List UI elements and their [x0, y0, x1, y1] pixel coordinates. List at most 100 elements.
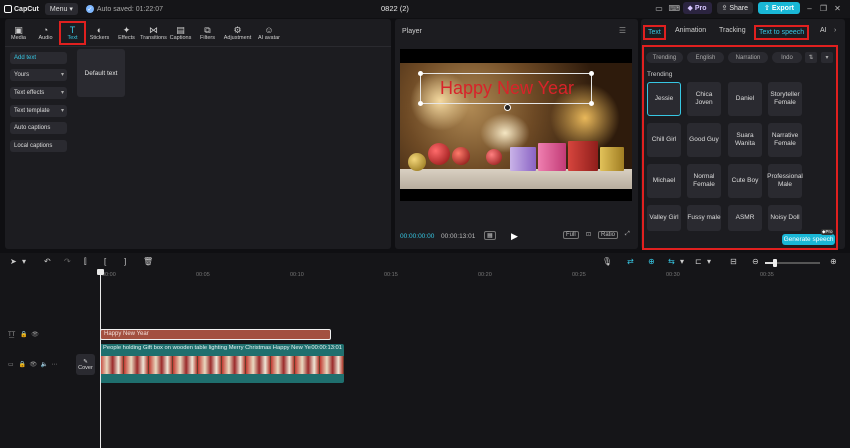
voice-jessie[interactable]: Jessie: [647, 82, 681, 116]
voice-suara-wanita[interactable]: Suara Wanita: [728, 123, 762, 157]
voice-fussy-male[interactable]: Fussy male: [687, 205, 721, 231]
delete-icon[interactable]: 🗑: [143, 257, 153, 266]
zoom-in-icon[interactable]: ⊕: [830, 257, 837, 266]
voice-chill-girl[interactable]: Chill Girl: [647, 123, 681, 157]
video-clip[interactable]: People holding Gift box on wooden table …: [100, 344, 344, 383]
voice-professional-male[interactable]: Professional Male: [767, 164, 803, 198]
tool-ai-avatar[interactable]: ☺ AI avatar: [254, 21, 284, 45]
chevron-down-icon[interactable]: ▾: [22, 257, 26, 266]
tool-text[interactable]: T Text: [59, 21, 86, 45]
voice-michael[interactable]: Michael: [647, 164, 681, 198]
ratio-button[interactable]: Ratio: [598, 231, 619, 239]
voice-normal-female[interactable]: Normal Female: [687, 164, 721, 198]
filter-narration[interactable]: Narration: [728, 52, 768, 63]
rotate-handle-icon[interactable]: [504, 104, 511, 111]
resize-handle[interactable]: [418, 71, 423, 76]
tool-adjustment[interactable]: ⚙ Adjustment: [221, 21, 254, 45]
zoom-slider-handle[interactable]: [773, 259, 777, 267]
chevron-down-icon[interactable]: ▾: [707, 257, 711, 266]
tool-stickers[interactable]: ◐ Stickers: [86, 21, 113, 45]
undo-icon[interactable]: ↶: [44, 257, 51, 266]
link-icon[interactable]: ⊕: [648, 257, 655, 266]
project-title[interactable]: 0822 (2): [381, 4, 409, 13]
snap-icon[interactable]: ⊏: [695, 257, 702, 266]
cover-button[interactable]: ✎ Cover: [76, 354, 95, 375]
voice-cute-boy[interactable]: Cute Boy: [728, 164, 762, 198]
select-icon[interactable]: ➤: [10, 257, 17, 266]
add-text-item[interactable]: Add text: [10, 52, 67, 64]
split-icon[interactable]: ⫿: [84, 257, 87, 267]
lock-icon[interactable]: 🔒: [19, 362, 26, 368]
shortcut-icon[interactable]: ⌨: [669, 4, 681, 13]
auto-captions-item[interactable]: Auto captions: [10, 122, 67, 134]
text-clip[interactable]: Happy New Year: [100, 329, 331, 340]
fit-icon[interactable]: ⊟: [730, 257, 737, 266]
tab-text-to-speech[interactable]: Text to speech: [754, 25, 810, 40]
export-button[interactable]: ⇧ Export: [758, 2, 800, 14]
tab-animation[interactable]: Animation: [672, 25, 709, 36]
split-right-icon[interactable]: ]: [124, 257, 126, 266]
playhead[interactable]: [100, 270, 101, 448]
preview-axis-icon[interactable]: ⇆: [668, 257, 675, 266]
voice-daniel[interactable]: Daniel: [728, 82, 762, 116]
redo-icon[interactable]: ↷: [64, 257, 71, 266]
grid-icon[interactable]: ▦: [484, 231, 496, 240]
player-menu-icon[interactable]: ☰: [619, 26, 626, 35]
tool-audio[interactable]: ◔ Audio: [32, 21, 59, 45]
more-icon[interactable]: ⋯: [51, 362, 57, 368]
resize-handle[interactable]: [589, 101, 594, 106]
time-ruler[interactable]: 00:00 00:05 00:10 00:15 00:20 00:25 00:3…: [100, 272, 850, 280]
text-effects-item[interactable]: Text effects ▾: [10, 87, 67, 99]
pro-button[interactable]: ◆ Pro: [682, 2, 712, 14]
tab-text[interactable]: Text: [643, 25, 666, 40]
voice-valley-girl[interactable]: Valley Girl: [647, 205, 681, 231]
filter-sort-icon[interactable]: ⇅: [805, 52, 817, 63]
tool-captions[interactable]: ▤ Captions: [167, 21, 194, 45]
layout-icon[interactable]: ▭: [655, 4, 664, 13]
share-button[interactable]: ⇪ Share: [716, 2, 754, 14]
voice-narrative-female[interactable]: Narrative Female: [768, 123, 802, 157]
tool-filters[interactable]: ⧉ Filters: [194, 21, 221, 45]
filter-trending[interactable]: Trending: [646, 52, 683, 63]
eye-icon[interactable]: 👁: [31, 332, 39, 338]
full-button[interactable]: Full: [563, 231, 579, 239]
generate-speech-button[interactable]: Generate speech: [782, 234, 835, 245]
lock-icon[interactable]: 🔒: [20, 332, 27, 338]
eye-icon[interactable]: 👁: [30, 362, 38, 368]
default-text-card[interactable]: Default text: [77, 49, 125, 97]
voice-chica-joven[interactable]: Chica Joven: [687, 82, 721, 116]
fullscreen-icon[interactable]: ⤢: [623, 231, 632, 238]
minimize-icon[interactable]: –: [805, 4, 814, 13]
play-icon[interactable]: ▶: [511, 231, 518, 242]
voice-noisy-doll[interactable]: Noisy Doll: [768, 205, 802, 231]
voice-storyteller-female[interactable]: Storyteller Female: [768, 82, 802, 116]
video-preview[interactable]: Happy New Year: [400, 49, 632, 201]
voice-asmr[interactable]: ASMR: [728, 205, 762, 231]
tab-ai[interactable]: AI: [817, 25, 830, 36]
resize-handle[interactable]: [418, 101, 423, 106]
yours-item[interactable]: Yours ▾: [10, 69, 67, 81]
resize-handle[interactable]: [589, 71, 594, 76]
screenshot-icon[interactable]: ⊡: [584, 231, 593, 238]
filter-english[interactable]: English: [687, 52, 724, 63]
tab-tracking[interactable]: Tracking: [716, 25, 749, 36]
text-template-item[interactable]: Text template ▾: [10, 105, 67, 117]
magnet-icon[interactable]: ⇄: [627, 257, 634, 266]
zoom-slider[interactable]: [765, 259, 820, 267]
mute-icon[interactable]: 🔈: [40, 362, 47, 368]
zoom-out-icon[interactable]: ⊖: [752, 257, 759, 266]
split-left-icon[interactable]: [: [104, 257, 106, 266]
close-icon[interactable]: ✕: [833, 4, 842, 13]
text-overlay-box[interactable]: Happy New Year: [418, 71, 594, 106]
chevron-right-icon[interactable]: ›: [831, 25, 839, 36]
local-captions-item[interactable]: Local captions: [10, 140, 67, 152]
menu-button[interactable]: Menu ▾: [44, 3, 78, 15]
tool-media[interactable]: ▣ Media: [5, 21, 32, 45]
maximize-icon[interactable]: ❐: [819, 4, 828, 13]
filter-dropdown-icon[interactable]: ▾: [821, 52, 833, 63]
microphone-icon[interactable]: 🎙: [602, 257, 612, 266]
voice-good-guy[interactable]: Good Guy: [687, 123, 721, 157]
tool-effects[interactable]: ✦ Effects: [113, 21, 140, 45]
chevron-down-icon[interactable]: ▾: [680, 257, 684, 266]
filter-indo[interactable]: Indo: [772, 52, 802, 63]
